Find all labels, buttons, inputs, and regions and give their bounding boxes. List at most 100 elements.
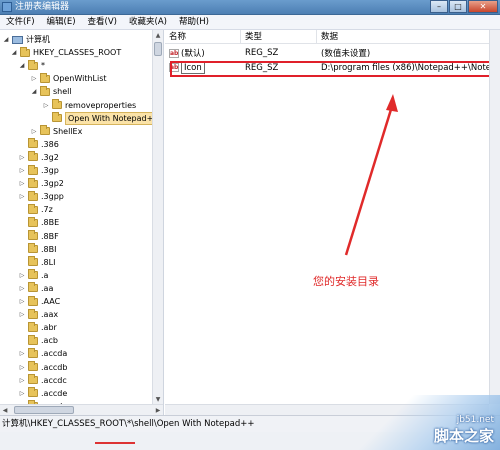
expand-arrow-icon[interactable]: ▷ xyxy=(30,75,38,83)
tree-item-label: 计算机 xyxy=(26,35,50,44)
scroll-left-icon[interactable]: ◀ xyxy=(0,405,10,415)
expand-arrow-icon[interactable]: ▷ xyxy=(18,167,26,175)
expand-arrow-icon[interactable]: ▷ xyxy=(18,376,26,384)
tree-item[interactable]: .8BI xyxy=(18,243,56,256)
menu-view[interactable]: 查看(V) xyxy=(82,15,123,30)
install-dir-annotation: 您的安装目录 xyxy=(313,275,379,288)
tree-item[interactable]: .386 xyxy=(18,138,59,151)
collapse-arrow-icon[interactable]: ◢ xyxy=(2,36,10,44)
tree-item[interactable]: ▷ OpenWithList xyxy=(30,72,107,85)
values-list[interactable]: 名称 类型 数据 ab (默认) REG_SZ (数值未设置) ab Icon RE… xyxy=(165,30,500,415)
minimize-button[interactable]: – xyxy=(430,0,448,13)
tree-item-label: OpenWithList xyxy=(53,74,107,84)
expand-arrow-icon[interactable]: ▷ xyxy=(18,389,26,397)
expand-arrow-icon[interactable]: ▷ xyxy=(18,180,26,188)
tree-item[interactable]: ▷ .a xyxy=(18,269,48,282)
menu-file[interactable]: 文件(F) xyxy=(0,15,41,30)
column-header-type[interactable]: 类型 xyxy=(241,30,317,43)
expand-arrow-icon[interactable]: ▷ xyxy=(18,284,26,292)
maximize-button[interactable]: □ xyxy=(449,0,467,13)
tree-item[interactable]: ◢ * xyxy=(18,59,45,72)
tree-item[interactable]: ▷ .AAC xyxy=(18,295,60,308)
tree-item-label: * xyxy=(41,61,45,71)
tree-item[interactable]: ▷ .aa xyxy=(18,282,53,295)
regedit-app-icon xyxy=(2,2,12,12)
expand-arrow-icon[interactable]: ▷ xyxy=(18,153,26,161)
value-name: (默认) xyxy=(181,49,205,59)
column-header-name[interactable]: 名称 xyxy=(165,30,241,43)
tree-item[interactable]: .8BE xyxy=(18,216,59,229)
tree-item[interactable]: Open With Notepad++ xyxy=(42,111,163,125)
value-type: REG_SZ xyxy=(245,48,279,58)
collapse-arrow-icon[interactable]: ◢ xyxy=(18,62,26,70)
collapse-arrow-icon[interactable]: ◢ xyxy=(10,49,18,57)
window-title: 注册表编辑器 xyxy=(15,2,70,12)
tree-item[interactable]: ▷ .3gpp xyxy=(18,190,64,203)
tree-item[interactable]: .acb xyxy=(18,334,58,347)
tree-item-label: .aa xyxy=(41,283,54,293)
tree-item-label: .8BI xyxy=(41,244,57,254)
tree-item-label: .3g2 xyxy=(41,152,59,162)
tree-item-label: .386 xyxy=(41,139,59,149)
tree-item[interactable]: .abr xyxy=(18,321,57,334)
folder-icon xyxy=(52,112,62,123)
registry-tree[interactable]: ◢ 计算机 ◢ HKEY_CLASSES_ROOT ◢ * ▷ OpenWithList ◢ sh… xyxy=(0,30,164,415)
scroll-up-icon[interactable]: ▲ xyxy=(153,30,163,40)
tree-hscroll-thumb[interactable] xyxy=(14,406,74,414)
tree-item[interactable]: .7z xyxy=(18,203,53,216)
tree-item[interactable]: ▷ .aax xyxy=(18,308,58,321)
expand-arrow-icon[interactable]: ▷ xyxy=(42,101,50,109)
folder-icon xyxy=(28,190,38,201)
no-expander xyxy=(18,337,26,345)
tree-item[interactable]: ◢ HKEY_CLASSES_ROOT xyxy=(10,46,121,59)
tree-horizontal-scrollbar[interactable]: ◀ ▶ xyxy=(0,404,163,415)
collapse-arrow-icon[interactable]: ◢ xyxy=(30,88,38,96)
column-header-data[interactable]: 数据 xyxy=(317,30,489,43)
taskbar-indicator xyxy=(95,442,135,444)
tree-item[interactable]: ▷ .accda xyxy=(18,347,67,360)
expand-arrow-icon[interactable]: ▷ xyxy=(18,193,26,201)
watermark-name: 脚本之家 xyxy=(433,427,494,445)
folder-icon xyxy=(28,59,38,70)
tree-item[interactable]: ▷ .accde xyxy=(18,387,67,400)
no-expander xyxy=(18,232,26,240)
no-expander xyxy=(18,245,26,253)
menu-help[interactable]: 帮助(H) xyxy=(173,15,215,30)
tree-item[interactable]: ▷ removeproperties xyxy=(42,99,136,112)
folder-icon xyxy=(52,99,62,109)
tree-item[interactable]: ▷ .3gp2 xyxy=(18,177,64,190)
expand-arrow-icon[interactable]: ▷ xyxy=(18,363,26,371)
expand-arrow-icon[interactable]: ▷ xyxy=(18,298,26,306)
tree-item-label: .accdc xyxy=(41,375,67,385)
tree-scroll-thumb[interactable] xyxy=(154,42,162,56)
expand-arrow-icon[interactable]: ▷ xyxy=(18,350,26,358)
close-button[interactable]: ✕ xyxy=(468,0,498,13)
computer-icon xyxy=(12,35,23,44)
tree-vertical-scrollbar[interactable]: ▲ ▼ xyxy=(152,30,163,404)
scroll-down-icon[interactable]: ▼ xyxy=(153,394,163,404)
tree-item[interactable]: ▷ .3g2 xyxy=(18,151,59,164)
tree-item[interactable]: ▷ .accdc xyxy=(18,374,67,387)
scroll-right-icon[interactable]: ▶ xyxy=(153,405,163,415)
tree-item-label: .3gpp xyxy=(41,192,64,202)
tree-item[interactable]: .8LI xyxy=(18,256,55,269)
tree-item[interactable]: ▷ .3gp xyxy=(18,164,59,177)
tree-item[interactable]: ▷ .accdb xyxy=(18,361,67,374)
expand-arrow-icon[interactable]: ▷ xyxy=(30,127,38,135)
expand-arrow-icon[interactable]: ▷ xyxy=(18,311,26,319)
highlight-rectangle xyxy=(170,61,498,77)
menu-favorites[interactable]: 收藏夹(A) xyxy=(123,15,173,30)
value-row-default[interactable]: ab (默认) REG_SZ (数值未设置) xyxy=(165,46,500,60)
tree-item-label: .acb xyxy=(41,336,58,346)
menu-edit[interactable]: 编辑(E) xyxy=(41,15,82,30)
tree-item-label: .3gp xyxy=(41,166,59,175)
folder-icon xyxy=(40,72,50,83)
tree-item[interactable]: ▷ ShellEx xyxy=(30,125,82,138)
expand-arrow-icon[interactable]: ▷ xyxy=(18,271,26,279)
tree-item[interactable]: .8BF xyxy=(18,230,59,243)
folder-icon xyxy=(28,177,38,188)
tree-item[interactable]: ◢ shell xyxy=(30,85,72,98)
tree-item[interactable]: ◢ 计算机 xyxy=(2,33,50,46)
no-expander xyxy=(18,324,26,332)
values-vertical-scrollbar[interactable] xyxy=(489,30,500,404)
